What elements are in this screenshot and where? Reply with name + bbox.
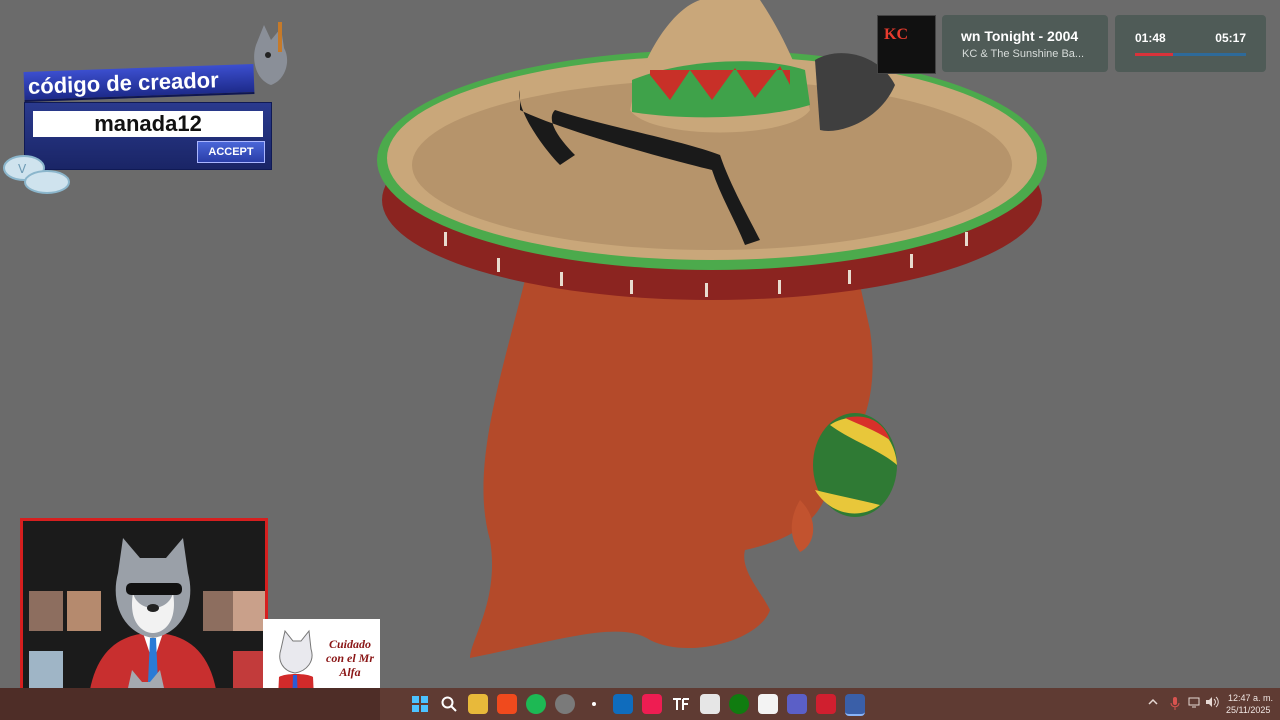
spotify-icon[interactable] xyxy=(526,694,546,714)
chevron-up-icon[interactable] xyxy=(1148,696,1158,710)
volume-icon[interactable] xyxy=(1205,696,1219,711)
outlook-icon[interactable] xyxy=(613,694,633,714)
brave-icon[interactable] xyxy=(497,694,517,714)
progress-track xyxy=(1135,53,1246,56)
progress-fill xyxy=(1135,53,1173,56)
app-icon[interactable] xyxy=(584,694,604,714)
svg-text:V: V xyxy=(18,162,27,176)
taskbar-left-area xyxy=(0,688,380,720)
search-icon[interactable] xyxy=(439,694,459,714)
capcut-icon[interactable] xyxy=(700,694,720,714)
thumbnail xyxy=(233,591,265,631)
album-art-text: KC xyxy=(884,26,908,43)
tf-app-icon[interactable] xyxy=(671,694,691,714)
maraca xyxy=(813,413,897,517)
active-app-icon[interactable] xyxy=(845,694,865,716)
file-explorer-icon[interactable] xyxy=(468,694,488,714)
elapsed-time: 01:48 xyxy=(1135,31,1166,45)
chrome-icon[interactable] xyxy=(555,694,575,714)
tiktok-icon[interactable] xyxy=(642,694,662,714)
display-icon[interactable] xyxy=(1188,696,1200,711)
accept-button[interactable]: ACCEPT xyxy=(197,141,265,163)
windows-start-icon[interactable] xyxy=(410,694,430,714)
flash-icon[interactable] xyxy=(816,694,836,714)
taskbar xyxy=(380,688,1280,720)
total-time: 05:17 xyxy=(1215,31,1246,45)
wolf-mascot-icon xyxy=(254,22,288,85)
xbox-icon[interactable] xyxy=(729,694,749,714)
creator-code-value: manada12 xyxy=(33,111,263,137)
album-art: KC xyxy=(877,15,936,74)
sticker-text: Cuidado con el Mr Alfa xyxy=(326,637,374,679)
thumbnail xyxy=(233,651,265,691)
vbucks-coins-icon: V xyxy=(3,155,70,194)
teams-icon[interactable] xyxy=(787,694,807,714)
ms-store-icon[interactable] xyxy=(758,694,778,714)
now-playing-progress: 01:48 05:17 xyxy=(1115,15,1266,72)
clock-time[interactable]: 12:47 a. m. xyxy=(1228,693,1273,703)
thumbnail xyxy=(29,591,63,631)
now-playing-info: wn Tonight - 2004 KC & The Sunshine Ba..… xyxy=(942,15,1108,72)
creator-code-title: código de creador xyxy=(23,63,255,103)
track-artist: KC & The Sunshine Ba... xyxy=(962,48,1085,60)
clock-date[interactable]: 25/11/2025 xyxy=(1226,705,1270,715)
microphone-icon[interactable] xyxy=(1170,696,1180,713)
thumbnail xyxy=(29,651,63,691)
track-title: wn Tonight - 2004 xyxy=(961,28,1079,44)
character-body xyxy=(470,280,873,658)
